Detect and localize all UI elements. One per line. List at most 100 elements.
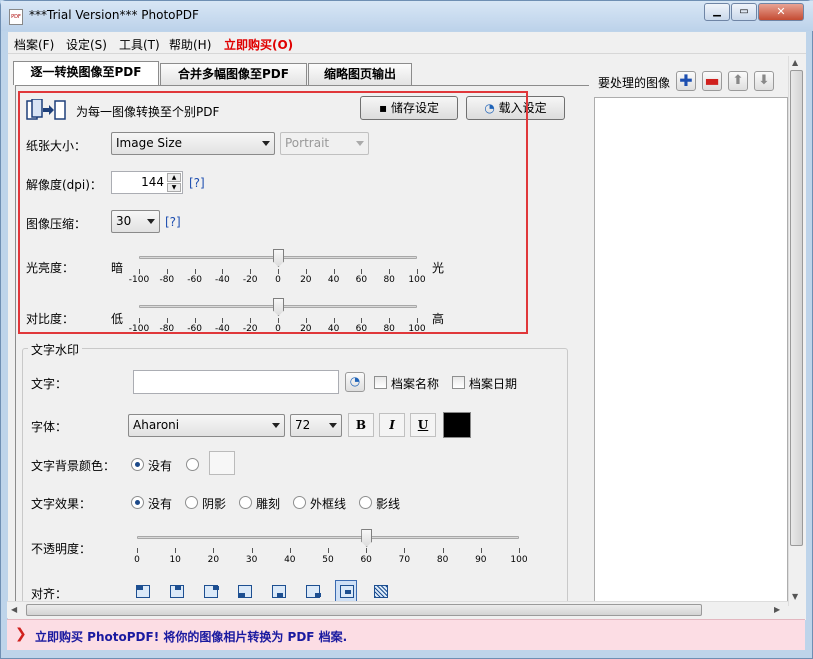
promo-text[interactable]: 立即购买 PhotoPDF! 将你的图像相片转换为 PDF 档案. — [35, 628, 347, 645]
add-image-button[interactable]: ✚ — [676, 71, 696, 91]
maximize-button[interactable]: ▭ — [731, 3, 757, 21]
opacity-tick-label: 90 — [475, 555, 487, 565]
align-marker — [277, 593, 283, 597]
opacity-tick-label: 60 — [360, 555, 372, 565]
bg-none-radio[interactable] — [131, 458, 144, 471]
window-title: ***Trial Version*** PhotoPDF — [29, 8, 199, 22]
opacity-tick-label: 50 — [322, 555, 334, 565]
watermark-text-label: 文字： — [31, 377, 68, 391]
opacity-tick-label: 100 — [510, 555, 528, 565]
promo-status-bar[interactable]: ❯ 立即购买 PhotoPDF! 将你的图像相片转换为 PDF 档案. — [7, 619, 805, 650]
font-label: 字体： — [31, 420, 68, 434]
horizontal-scrollbar[interactable]: ◀ ▶ — [7, 601, 788, 618]
align-label: 对齐： — [31, 587, 68, 601]
align-icon — [374, 585, 388, 598]
bg-color-radio[interactable] — [186, 458, 199, 471]
align-option-button[interactable] — [233, 580, 255, 602]
effect-outline-label: 外框线 — [310, 497, 347, 511]
align-marker — [213, 586, 219, 590]
align-option-button[interactable] — [369, 580, 391, 602]
watermark-text-input[interactable] — [133, 370, 339, 394]
align-marker — [345, 590, 351, 594]
align-option-button[interactable] — [335, 580, 357, 602]
bg-none-label: 没有 — [148, 459, 173, 473]
align-option-button[interactable] — [267, 580, 289, 602]
italic-button[interactable]: I — [379, 413, 405, 437]
menu-settings[interactable]: 设定(S) — [66, 36, 107, 53]
tab-single-convert[interactable]: 逐一转换图像至PDF — [13, 61, 159, 85]
align-marker — [239, 593, 245, 597]
effect-hatch-radio[interactable] — [359, 496, 372, 509]
chevron-down-icon — [329, 423, 337, 428]
effect-emboss-radio[interactable] — [239, 496, 252, 509]
underline-button[interactable]: U — [410, 413, 436, 437]
menu-buy-now[interactable]: 立即购买(O) — [224, 36, 293, 53]
opacity-tick — [442, 548, 444, 553]
menu-help[interactable]: 帮助(H) — [169, 36, 211, 53]
opacity-tick — [519, 548, 520, 553]
font-select[interactable]: Aharoni — [128, 414, 285, 437]
scroll-right-icon[interactable]: ▶ — [774, 605, 780, 614]
opacity-tick-label: 0 — [134, 555, 140, 565]
opacity-tick — [175, 548, 177, 553]
scroll-down-icon[interactable]: ▼ — [792, 592, 798, 601]
vertical-scrollbar[interactable]: ▲ ▼ — [788, 56, 804, 606]
refresh-icon[interactable]: ◔ — [345, 372, 365, 392]
effect-none-radio[interactable] — [131, 496, 144, 509]
opacity-tick-label: 40 — [284, 555, 296, 565]
remove-image-button[interactable]: ▬ — [702, 71, 722, 91]
effect-shadow-label: 阴影 — [202, 497, 227, 511]
opacity-tick — [404, 548, 406, 553]
close-icon: ✕ — [776, 5, 786, 18]
images-to-process-label: 要处理的图像 — [598, 76, 671, 90]
highlight-box — [18, 91, 528, 334]
close-button[interactable]: ✕ — [758, 3, 804, 21]
font-color-swatch[interactable] — [443, 412, 471, 438]
effect-none-label: 没有 — [148, 497, 173, 511]
minimize-icon: ▁ — [713, 6, 721, 17]
maximize-icon: ▭ — [739, 6, 749, 17]
menu-tools[interactable]: 工具(T) — [119, 36, 160, 53]
opacity-tick-label: 30 — [245, 555, 258, 565]
filename-checkbox[interactable] — [374, 376, 387, 389]
vertical-scroll-thumb[interactable] — [790, 70, 803, 546]
opacity-label: 不透明度： — [31, 542, 92, 556]
filedate-checkbox-label: 档案日期 — [469, 377, 518, 391]
tab-merge-images[interactable]: 合并多幅图像至PDF — [160, 63, 307, 85]
effect-outline-radio[interactable] — [293, 496, 306, 509]
opacity-slider-track[interactable] — [137, 536, 519, 539]
font-size-select[interactable]: 72 — [290, 414, 342, 437]
scroll-up-icon[interactable]: ▲ — [792, 58, 798, 67]
filedate-checkbox[interactable] — [452, 376, 465, 389]
opacity-tick — [328, 548, 329, 553]
image-list[interactable] — [594, 97, 788, 605]
opacity-tick-label: 80 — [436, 555, 449, 565]
menu-file[interactable]: 档案(F) — [14, 36, 54, 53]
align-marker — [315, 593, 321, 597]
align-option-button[interactable] — [199, 580, 221, 602]
tab-thumbnail-output[interactable]: 缩略图页输出 — [308, 63, 412, 85]
align-option-button[interactable] — [301, 580, 323, 602]
opacity-tick-label: 70 — [398, 555, 411, 565]
opacity-tick-label: 20 — [207, 555, 220, 565]
minimize-button[interactable]: ▁ — [704, 3, 730, 21]
arrow-down-icon: ⬇ — [758, 73, 770, 88]
bg-color-swatch[interactable] — [209, 451, 235, 475]
opacity-tick-label: 10 — [169, 555, 181, 565]
effect-emboss-label: 雕刻 — [256, 497, 281, 511]
align-marker — [175, 586, 181, 590]
effect-hatch-label: 影线 — [376, 497, 401, 511]
opacity-tick — [366, 548, 368, 553]
horizontal-scroll-thumb[interactable] — [26, 604, 702, 616]
move-up-button[interactable]: ⬆ — [728, 71, 748, 91]
text-effect-label: 文字效果： — [31, 497, 92, 511]
align-option-button[interactable] — [165, 580, 187, 602]
effect-shadow-radio[interactable] — [185, 496, 198, 509]
scroll-left-icon[interactable]: ◀ — [11, 605, 17, 614]
opacity-tick — [251, 548, 253, 553]
move-down-button[interactable]: ⬇ — [754, 71, 774, 91]
align-option-button[interactable] — [131, 580, 153, 602]
bold-button[interactable]: B — [348, 413, 374, 437]
opacity-tick-labels: 0 10 20 30 40 50 60 70 80 90 100 — [134, 555, 527, 567]
plus-icon: ✚ — [679, 71, 693, 90]
